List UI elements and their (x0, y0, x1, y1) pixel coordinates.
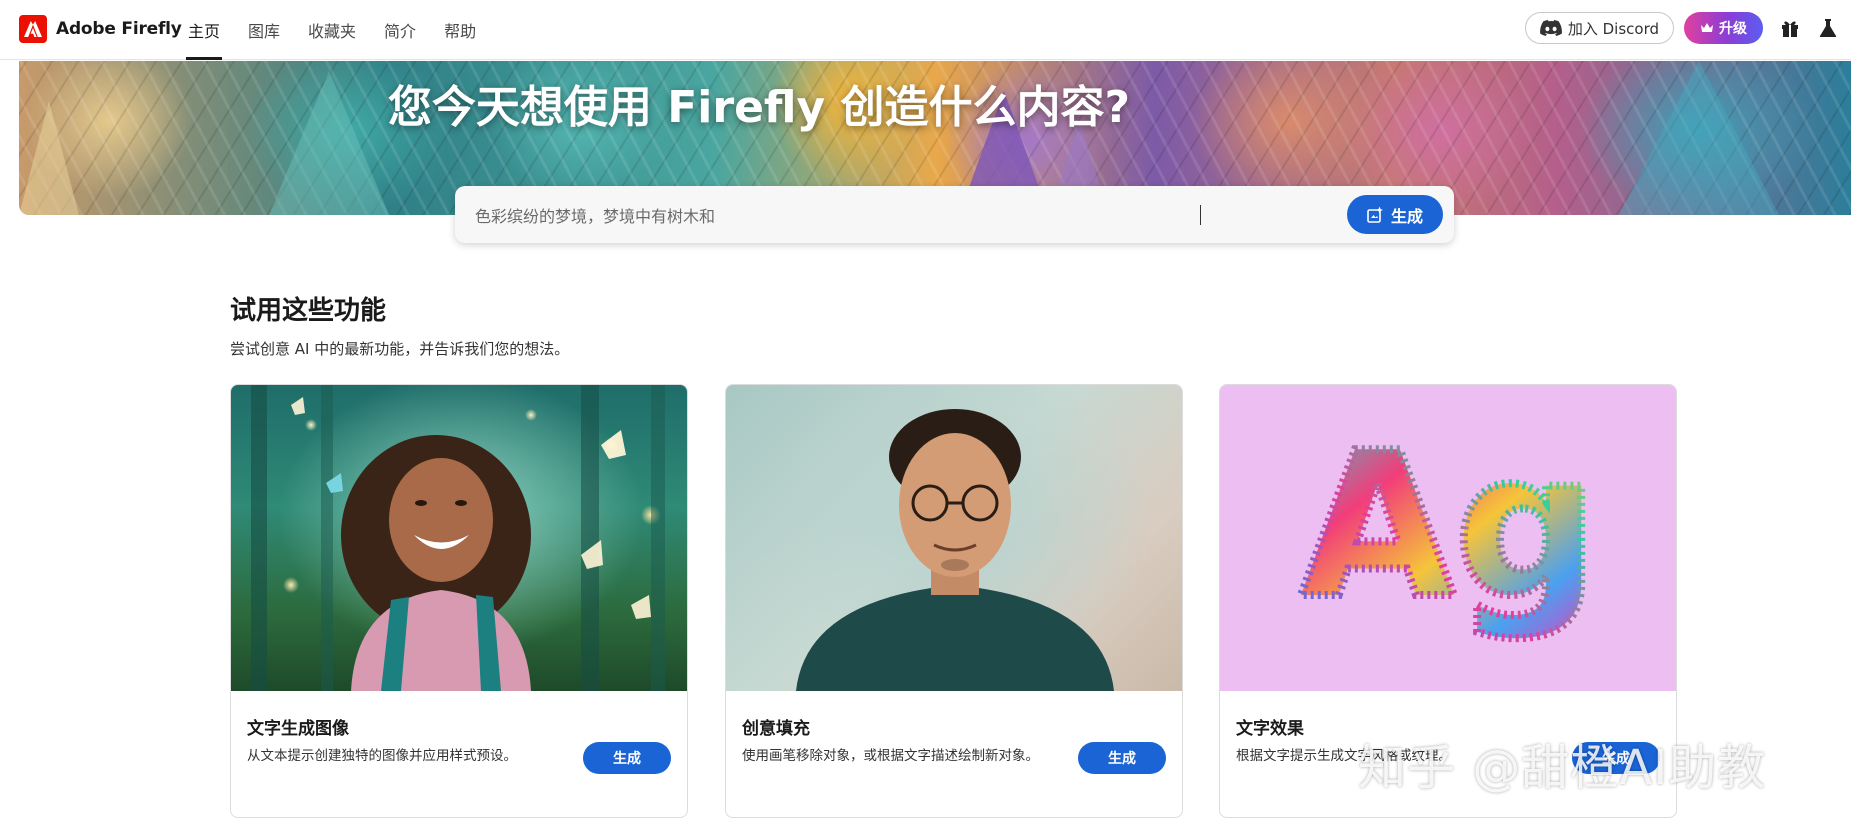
brand-name: Adobe Firefly (56, 19, 182, 39)
upgrade-label: 升级 (1719, 21, 1747, 37)
card-image-fur-letters: Ag (1220, 385, 1676, 691)
tab-home[interactable]: 主页 (186, 0, 223, 60)
features-subtitle: 尝试创意 AI 中的最新功能，并告诉我们您的想法。 (230, 340, 570, 358)
card-title: 创意填充 (742, 719, 810, 739)
card-generate-button[interactable]: 生成 (583, 742, 671, 774)
flask-icon[interactable] (1817, 17, 1839, 39)
tab-gallery[interactable]: 图库 (246, 0, 282, 60)
main-nav-tabs: 主页 图库 收藏夹 简介 帮助 (186, 0, 502, 60)
hero-title: 您今天想使用 Firefly 创造什么内容? (387, 82, 1131, 133)
crown-icon (1701, 23, 1713, 32)
brand[interactable]: Adobe Firefly (19, 15, 182, 43)
feature-card-generative-fill[interactable]: 创意填充 使用画笔移除对象，或根据文字描述绘制新对象。 生成 (725, 384, 1183, 818)
feature-card-text-to-image[interactable]: 文字生成图像 从文本提示创建独特的图像并应用样式预设。 生成 (230, 384, 688, 818)
prompt-input[interactable] (475, 186, 1275, 243)
gift-icon[interactable] (1779, 17, 1801, 39)
card-generate-button[interactable]: 生成 (1078, 742, 1166, 774)
top-nav: Adobe Firefly 主页 图库 收藏夹 简介 帮助 加入 Discord… (0, 0, 1851, 60)
tab-favorites[interactable]: 收藏夹 (306, 0, 358, 60)
card-title: 文字生成图像 (247, 719, 349, 739)
features-title: 试用这些功能 (230, 296, 387, 326)
generate-sparkle-icon (1367, 206, 1383, 223)
join-discord-button[interactable]: 加入 Discord (1524, 12, 1674, 44)
text-caret (1200, 205, 1201, 225)
upgrade-button[interactable]: 升级 (1684, 12, 1763, 44)
tab-help[interactable]: 帮助 (442, 0, 478, 60)
join-discord-label: 加入 Discord (1567, 19, 1659, 38)
fur-letters-text: Ag (1300, 410, 1598, 643)
discord-icon (1539, 20, 1562, 36)
card-title: 文字效果 (1236, 719, 1304, 739)
hero-generate-button[interactable]: 生成 (1347, 195, 1443, 234)
tab-about[interactable]: 简介 (382, 0, 418, 60)
adobe-logo-icon (19, 15, 47, 43)
card-description: 从文本提示创建独特的图像并应用样式预设。 (247, 748, 517, 764)
card-image-forest-girl (231, 385, 687, 691)
watermark: 知乎 @甜橙AI助教 (1358, 740, 1767, 796)
card-image-portrait (726, 385, 1182, 691)
card-description: 使用画笔移除对象，或根据文字描述绘制新对象。 (742, 748, 1039, 764)
hero-generate-label: 生成 (1390, 206, 1423, 226)
prompt-bar: 生成 (455, 186, 1454, 243)
nav-actions: 加入 Discord 升级 (1524, 12, 1839, 44)
